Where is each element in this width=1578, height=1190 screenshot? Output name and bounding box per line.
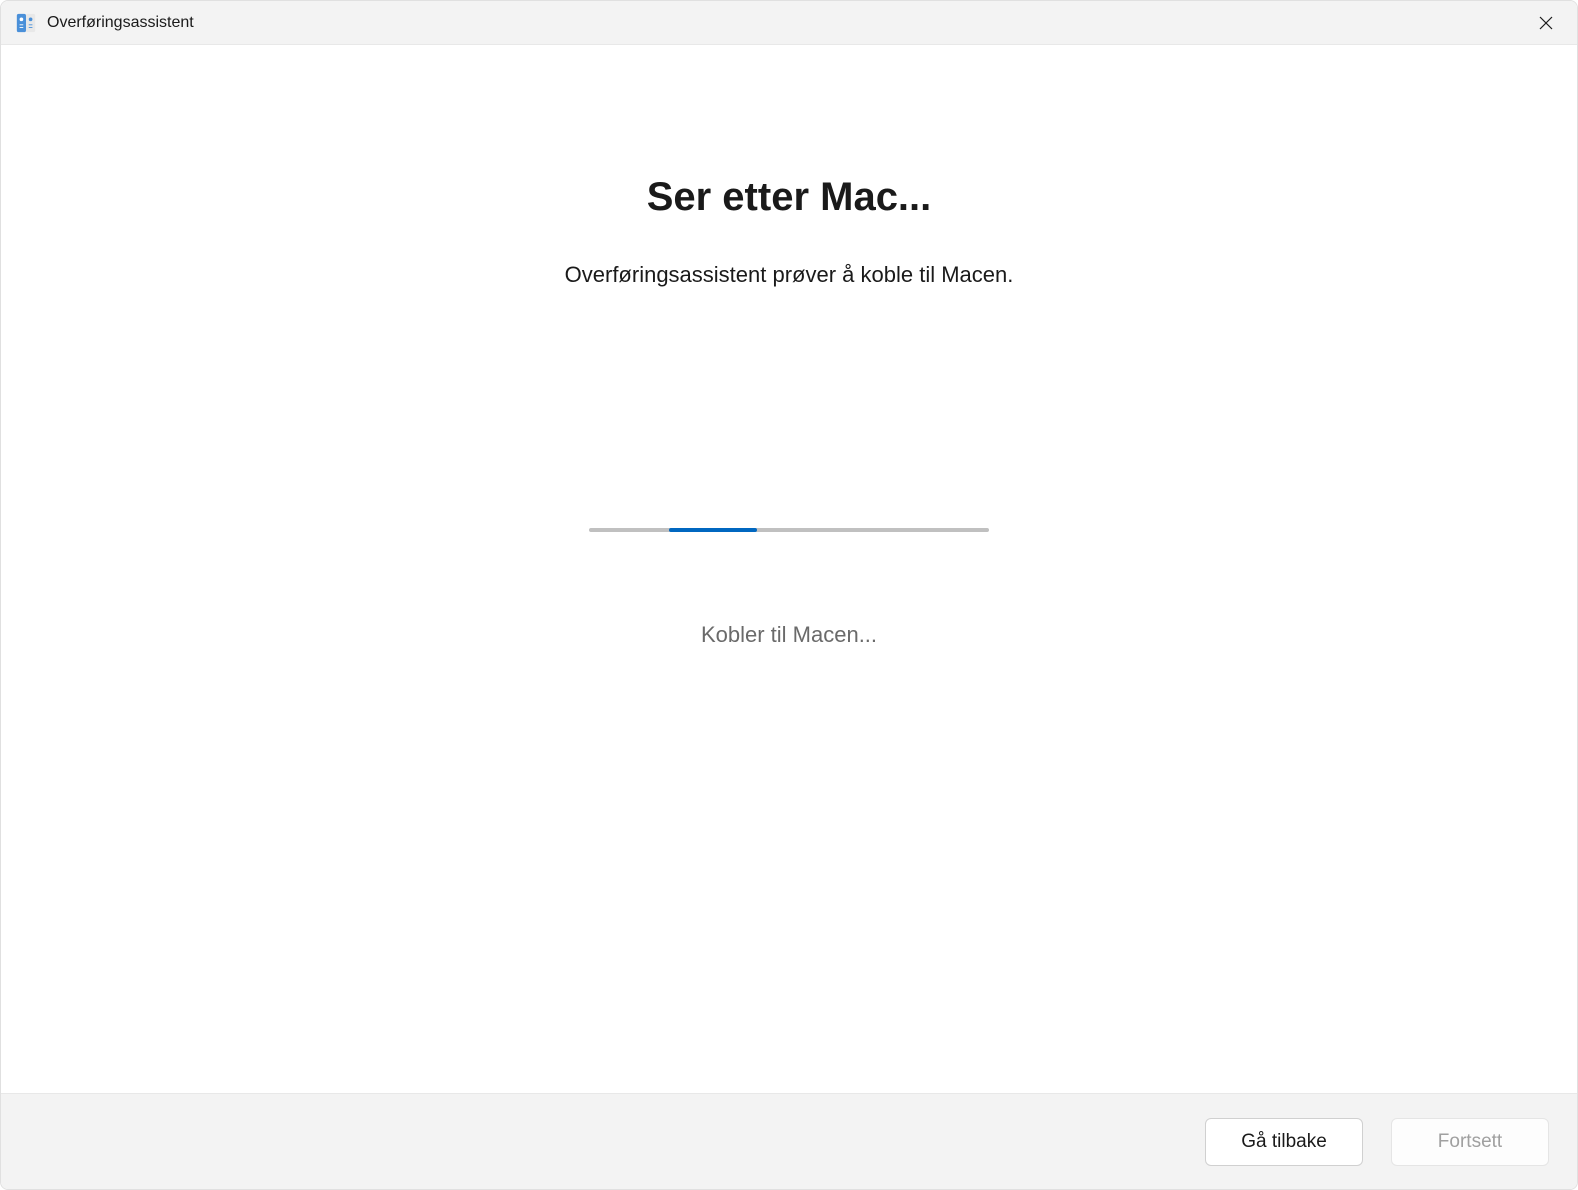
close-icon [1539,16,1553,30]
back-button[interactable]: Gå tilbake [1205,1118,1363,1166]
status-text: Kobler til Macen... [701,622,877,648]
close-button[interactable] [1523,1,1569,45]
window-title: Overføringsassistent [47,14,1523,32]
page-heading: Ser etter Mac... [647,175,932,220]
footer: Gå tilbake Fortsett [1,1093,1577,1189]
app-window: Overføringsassistent Ser etter Mac... Ov… [0,0,1578,1190]
progress-indicator [669,528,757,532]
continue-button: Fortsett [1391,1118,1549,1166]
app-icon [15,12,37,34]
main-content: Ser etter Mac... Overføringsassistent pr… [1,45,1577,1093]
titlebar: Overføringsassistent [1,1,1577,45]
page-subtitle: Overføringsassistent prøver å koble til … [565,262,1014,288]
progress-bar [589,528,989,532]
